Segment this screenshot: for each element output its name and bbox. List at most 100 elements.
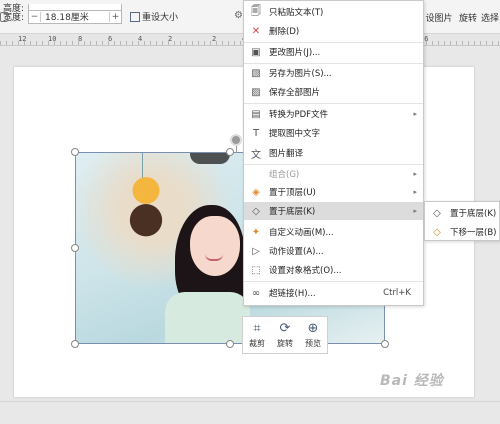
menu-item-label: 只粘贴文本(T) [269,8,324,18]
submenu-item-send-backward[interactable]: ◇ 下移一层(B) [425,223,499,241]
menu-item-label: 置于顶层(U) [269,188,316,198]
select-ribbon-label: 选择 [480,13,499,24]
zoom-in-icon: ⊕ [307,320,319,336]
width-increase-button[interactable]: + [109,11,121,22]
submenu-arrow-icon: ▸ [413,110,417,118]
submenu-arrow-icon: ▸ [413,170,417,178]
rotate-button[interactable]: ⟳ 旋转 [277,320,293,349]
custom-animation-icon: ✦ [251,226,261,238]
bring-to-front-icon: ◈ [252,186,260,198]
resize-handle-sw[interactable] [71,340,79,348]
menu-item-format-object[interactable]: ⬚ 设置对象格式(O)... [244,261,423,279]
width-row: 宽度: − 18.18厘米 + 重设大小 [0,9,178,24]
resize-handle-se[interactable] [381,340,389,348]
submenu-item-label: 置于底层(K) [450,209,497,219]
paste-text-icon: 🗐 [251,5,261,17]
menu-item-label: 保存全部图片 [269,88,321,98]
menu-item-save-as-picture[interactable]: ▧ 另存为图片(S)... [244,64,423,82]
menu-item-label: 图片翻译 [269,149,304,159]
delete-icon: ✕ [251,25,261,37]
menu-item-delete[interactable]: ✕ 删除(D) [244,22,423,40]
submenu-arrow-icon: ▸ [413,207,417,215]
menu-item-group[interactable]: 组合(G) ▸ [244,165,423,183]
menu-item-translate-picture[interactable]: 文 图片翻译 [244,144,423,162]
save-as-picture-icon: ▧ [251,67,261,79]
ruler-number: 12 [18,35,27,43]
menu-item-label: 另存为图片(S)... [269,69,332,79]
menu-item-label: 设置对象格式(O)... [269,266,342,276]
reset-size-button[interactable]: 重设大小 [130,10,178,23]
menu-item-label: 提取图中文字 [269,129,321,139]
menu-item-convert-pdf[interactable]: ▤ 转换为PDF文件 ▸ [244,105,423,123]
menu-item-bring-to-front[interactable]: ◈ 置于顶层(U) ▸ [244,183,423,201]
change-picture-icon: ▣ [251,46,261,58]
resize-handle-n[interactable] [226,148,234,156]
send-to-back-icon: ◇ [433,207,441,219]
width-spinner[interactable]: − 18.18厘米 + [28,9,123,24]
menu-item-label: 动作设置(A)... [269,247,324,257]
rotate-icon: ⟳ [279,320,291,336]
ruler-number: 2 [168,35,173,43]
crop-button[interactable]: ⌗ 裁剪 [249,321,265,349]
resize-handle-w[interactable] [71,244,79,252]
pdf-icon: ▤ [251,108,261,120]
menu-item-label: 转换为PDF文件 [269,110,329,120]
lock-aspect-icon[interactable] [0,12,8,22]
set-picture-button[interactable]: 设图片 [424,0,454,34]
menu-item-paste-text[interactable]: 🗐 只粘贴文本(T) [244,3,423,21]
status-divider [0,401,500,402]
menu-item-change-picture[interactable]: ▣ 更改图片(J)... [244,43,423,61]
menu-item-shortcut: Ctrl+K [383,288,411,298]
rotate-ribbon-label: 旋转 [458,13,477,24]
context-menu: 🗐 只粘贴文本(T) ✕ 删除(D) ▣ 更改图片(J)... ▧ 另存为图片(… [243,0,424,306]
menu-item-label: 置于底层(K) [269,207,316,217]
send-to-back-submenu: ◇ 置于底层(K) ◇ 下移一层(B) [424,201,500,241]
preview-button[interactable]: ⊕ 预览 [305,320,321,349]
menu-separator [244,103,423,104]
menu-item-custom-animation[interactable]: ✦ 自定义动画(M)... [244,223,423,241]
group-icon [250,168,262,180]
reset-size-label: 重设大小 [142,13,179,23]
hyperlink-icon: ∞ [251,287,261,299]
save-all-pictures-icon: ▨ [251,86,261,98]
rotate-connector [236,145,237,153]
extract-text-icon: T [252,127,260,139]
menu-item-label: 超链接(H)... [269,289,316,299]
reset-size-icon [130,11,141,22]
submenu-arrow-icon: ▸ [413,188,417,196]
menu-item-label: 自定义动画(M)... [269,228,334,238]
submenu-item-label: 下移一层(B) [450,228,497,238]
translate-icon: 文 [251,149,261,161]
rotate-ribbon-button[interactable]: 旋转 [458,0,478,34]
ruler-number: 8 [78,35,83,43]
rotate-label: 旋转 [277,338,293,348]
action-settings-icon: ▷ [252,245,260,257]
ruler-number: 2 [212,35,217,43]
ruler-number: 4 [138,35,143,43]
menu-separator [244,281,423,282]
menu-item-send-to-back[interactable]: ◇ 置于底层(K) ▸ [244,202,423,220]
gear-icon[interactable]: ⚙ [234,10,243,21]
menu-item-label: 更改图片(J)... [269,48,321,58]
menu-item-action-settings[interactable]: ▷ 动作设置(A)... [244,242,423,260]
preview-label: 预览 [305,338,321,348]
menu-item-extract-text[interactable]: T 提取图中文字 [244,124,423,142]
width-value[interactable]: 18.18厘米 [41,10,109,23]
select-ribbon-button[interactable]: 选择 [480,0,500,34]
send-backward-icon: ◇ [433,226,441,238]
set-picture-label: 设图片 [425,13,453,24]
resize-handle-s[interactable] [226,340,234,348]
watermark: Bai 经验 [380,373,444,389]
rotate-handle-icon[interactable] [230,134,242,146]
ruler-number: 6 [108,35,113,43]
menu-item-label: 组合(G) [269,170,300,180]
crop-label: 裁剪 [249,338,265,348]
send-to-back-icon: ◇ [252,205,260,217]
format-object-icon: ⬚ [251,264,261,276]
menu-item-save-all-pictures[interactable]: ▨ 保存全部图片 [244,83,423,101]
menu-item-hyperlink[interactable]: ∞ 超链接(H)... Ctrl+K [244,284,423,302]
resize-handle-nw[interactable] [71,148,79,156]
submenu-item-send-to-back[interactable]: ◇ 置于底层(K) [425,204,499,222]
picture-float-toolbar: ⌗ 裁剪 ⟳ 旋转 ⊕ 预览 [242,316,328,354]
width-decrease-button[interactable]: − [29,11,42,22]
